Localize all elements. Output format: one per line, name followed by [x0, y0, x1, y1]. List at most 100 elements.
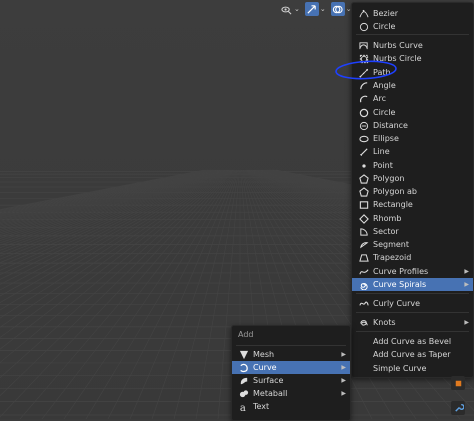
- menu-item-arc[interactable]: Arc: [352, 92, 473, 105]
- distance-icon: [358, 120, 370, 132]
- menu-item-label: Polygon: [373, 174, 405, 183]
- circle-outline-icon: [358, 21, 370, 33]
- menu-item-label: Simple Curve: [373, 364, 427, 373]
- menu-item-trapezoid[interactable]: Trapezoid: [352, 251, 473, 264]
- mesh-icon: [238, 349, 250, 361]
- add-menu-title: Add: [238, 330, 254, 339]
- menu-item-label: Surface: [253, 376, 284, 385]
- menu-item-label: Rectangle: [373, 200, 413, 209]
- visibility-icon[interactable]: [279, 2, 293, 16]
- ellipse-icon: [358, 133, 370, 145]
- menu-item-label: Ellipse: [373, 134, 399, 143]
- menu-item-label: Circle: [373, 108, 396, 117]
- menu-item-label: Point: [373, 161, 393, 170]
- menu-item-curly-curve[interactable]: Curly Curve: [352, 297, 473, 310]
- menu-item-label: Curve Spirals: [373, 280, 427, 289]
- menu-item-label: Sector: [373, 227, 399, 236]
- menu-item-curve-profiles[interactable]: Curve Profiles ▶: [352, 265, 473, 278]
- menu-item-label: Bezier: [373, 9, 399, 18]
- object-properties-icon[interactable]: [451, 376, 465, 390]
- submenu-arrow-icon: ▶: [464, 319, 469, 326]
- menu-item-polygon[interactable]: Polygon: [352, 172, 473, 185]
- rhomb-icon: [358, 213, 370, 225]
- menu-item-surface[interactable]: Surface ▶: [232, 374, 350, 387]
- menu-item-curve[interactable]: Curve ▶: [232, 361, 350, 374]
- menu-item-label: Circle: [373, 22, 396, 31]
- menu-separator: [356, 331, 469, 332]
- chevron-down-icon[interactable]: ⌄: [294, 5, 300, 13]
- menu-item-label: Curve: [253, 363, 277, 372]
- menu-item-metaball[interactable]: Metaball ▶: [232, 387, 350, 400]
- menu-item-label: Polygon ab: [373, 187, 417, 196]
- gizmo-toggle-icon[interactable]: [304, 2, 319, 16]
- text-icon: a: [238, 401, 250, 413]
- polygon-icon: [358, 173, 370, 185]
- menu-item-sector[interactable]: Sector: [352, 225, 473, 238]
- menu-separator: [356, 34, 469, 35]
- sector-icon: [358, 226, 370, 238]
- menu-item-knots[interactable]: Knots ▶: [352, 316, 473, 329]
- menu-item-label: Distance: [373, 121, 408, 130]
- menu-item-point[interactable]: Point: [352, 159, 473, 172]
- menu-item-simple-curve[interactable]: Simple Curve: [352, 362, 473, 375]
- menu-item-bezier[interactable]: Bezier: [352, 7, 473, 20]
- menu-separator: [356, 293, 469, 294]
- menu-item-label: Add Curve as Taper: [373, 350, 451, 359]
- curve-profiles-icon: [358, 266, 370, 278]
- menu-item-nurbs-curve[interactable]: Nurbs Curve: [352, 39, 473, 52]
- menu-item-add-curve-as-bevel[interactable]: Add Curve as Bevel: [352, 335, 473, 348]
- menu-item-polygon-ab[interactable]: Polygon ab: [352, 185, 473, 198]
- chevron-down-icon[interactable]: ⌄: [320, 5, 326, 13]
- menu-item-rhomb[interactable]: Rhomb: [352, 212, 473, 225]
- metaball-icon: [238, 388, 250, 400]
- menu-item-rectangle[interactable]: Rectangle: [352, 198, 473, 211]
- menu-item-label: Line: [373, 147, 390, 156]
- menu-item-label: Add Curve as Bevel: [373, 337, 452, 346]
- rectangle-icon: [358, 199, 370, 211]
- menu-item-label: Angle: [373, 81, 396, 90]
- menu-item-label: Segment: [373, 240, 409, 249]
- menu-item-label: Arc: [373, 94, 386, 103]
- angle-icon: [358, 80, 370, 92]
- circle-icon: [358, 107, 370, 119]
- menu-item-ellipse[interactable]: Ellipse: [352, 132, 473, 145]
- menu-separator: [356, 312, 469, 313]
- menu-item-label: Trapezoid: [373, 253, 412, 262]
- menu-item-line[interactable]: Line: [352, 145, 473, 158]
- menu-item-label: Nurbs Curve: [373, 41, 423, 50]
- menu-item-distance[interactable]: Distance: [352, 119, 473, 132]
- trapezoid-icon: [358, 252, 370, 264]
- menu-item-text[interactable]: a Text: [232, 400, 350, 413]
- curve-spirals-icon: [358, 279, 370, 291]
- properties-tabs: [451, 376, 465, 415]
- overlays-icon[interactable]: [330, 2, 345, 16]
- nurbs-curve-icon: [358, 40, 370, 52]
- wrench-icon[interactable]: [451, 400, 465, 415]
- submenu-arrow-icon: ▶: [464, 281, 469, 288]
- submenu-arrow-icon: ▶: [464, 268, 469, 275]
- knots-icon: [358, 317, 370, 329]
- menu-item-label: Mesh: [253, 350, 275, 359]
- viewport-header-tools: ⌄ ⌄ ⌄: [279, 2, 352, 16]
- submenu-arrow-icon: ▶: [341, 364, 346, 371]
- polygon-ab-icon: [358, 186, 370, 198]
- arc-icon: [358, 93, 370, 105]
- menu-item-circle[interactable]: Circle: [352, 106, 473, 119]
- point-icon: [358, 160, 370, 172]
- menu-item-circle[interactable]: Circle: [352, 20, 473, 33]
- menu-item-curve-spirals[interactable]: Curve Spirals ▶: [352, 278, 473, 291]
- menu-item-label: Curve Profiles: [373, 267, 429, 276]
- menu-item-label: Text: [253, 402, 270, 411]
- svg-text:a: a: [240, 403, 246, 412]
- add-menu: Add Mesh ▶ Curve ▶ Surface ▶ Metaball ▶ a Text: [231, 325, 351, 421]
- segment-icon: [358, 239, 370, 251]
- line-icon: [358, 146, 370, 158]
- menu-item-label: Curly Curve: [373, 299, 421, 308]
- menu-item-add-curve-as-taper[interactable]: Add Curve as Taper: [352, 348, 473, 361]
- surface-icon: [238, 375, 250, 387]
- menu-item-segment[interactable]: Segment: [352, 238, 473, 251]
- menu-item-mesh[interactable]: Mesh ▶: [232, 348, 350, 361]
- submenu-arrow-icon: ▶: [341, 351, 346, 358]
- annotation-circle: [335, 60, 397, 80]
- submenu-arrow-icon: ▶: [341, 377, 346, 384]
